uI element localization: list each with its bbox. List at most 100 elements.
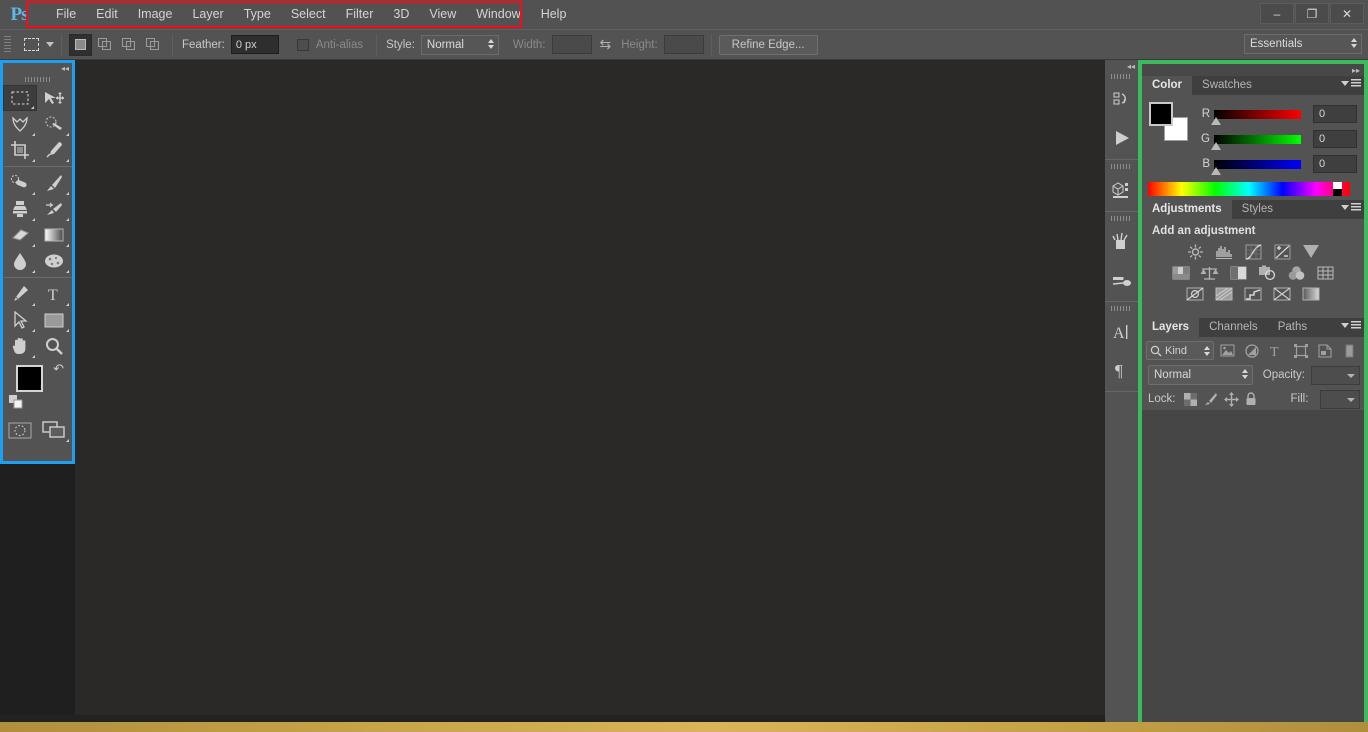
tab-adjustments[interactable]: Adjustments <box>1142 200 1232 219</box>
new-selection-button[interactable] <box>69 33 92 56</box>
tool-rectangle[interactable] <box>37 307 71 333</box>
tool-move[interactable] <box>37 85 71 111</box>
tab-layers[interactable]: Layers <box>1142 318 1200 337</box>
dock-grip[interactable] <box>1105 214 1138 223</box>
black-and-white-icon[interactable] <box>1229 264 1249 281</box>
quick-mask-mode-button[interactable] <box>3 417 37 443</box>
panels-expand-icon[interactable]: ▸▸ <box>1142 64 1364 76</box>
filter-smart-objects-icon[interactable] <box>1314 341 1335 361</box>
selective-color-icon[interactable] <box>1272 285 1292 302</box>
menu-type[interactable]: Type <box>234 0 281 29</box>
opacity-input[interactable] <box>1310 365 1360 385</box>
default-colors-icon[interactable] <box>9 395 23 414</box>
channel-mixer-icon[interactable] <box>1287 264 1307 281</box>
ramp-white-swatch[interactable] <box>1333 182 1342 189</box>
red-slider-thumb[interactable] <box>1211 116 1221 125</box>
tool-zoom[interactable] <box>37 333 71 359</box>
rectangular-marquee-icon[interactable] <box>18 33 44 57</box>
tool-horizontal-type[interactable]: T <box>37 281 71 307</box>
vibrance-icon[interactable] <box>1301 243 1321 260</box>
color-panel-foreground-swatch[interactable] <box>1149 102 1173 126</box>
layer-list[interactable] <box>1142 410 1364 685</box>
tab-styles[interactable]: Styles <box>1231 200 1283 219</box>
chevron-down-icon[interactable] <box>46 42 54 47</box>
history-panel-icon[interactable] <box>1105 81 1138 119</box>
toolbar-grip[interactable] <box>3 74 72 85</box>
style-select[interactable]: Normal <box>420 34 499 55</box>
filter-toggle-switch[interactable] <box>1339 341 1360 361</box>
tool-path-selection[interactable] <box>3 307 37 333</box>
subtract-from-selection-button[interactable] <box>117 34 140 56</box>
blend-mode-select[interactable]: Normal <box>1148 365 1253 385</box>
swap-colors-icon[interactable]: ↶ <box>53 361 64 377</box>
tool-quick-selection[interactable] <box>37 111 71 137</box>
tool-clone-stamp[interactable] <box>3 196 37 222</box>
invert-icon[interactable] <box>1185 285 1205 302</box>
tool-rectangular-marquee[interactable] <box>3 85 37 111</box>
tab-color[interactable]: Color <box>1142 76 1193 95</box>
options-bar-grip[interactable] <box>4 35 13 54</box>
actions-play-icon[interactable] <box>1105 119 1138 157</box>
menu-layer[interactable]: Layer <box>182 0 233 29</box>
menu-filter[interactable]: Filter <box>336 0 384 29</box>
blue-slider-track[interactable] <box>1211 159 1301 175</box>
tool-blur[interactable] <box>3 248 37 274</box>
menu-file[interactable]: File <box>46 0 86 29</box>
dock-collapse-icon[interactable]: ◂◂ <box>1105 60 1138 72</box>
tab-channels[interactable]: Channels <box>1199 318 1268 337</box>
width-input[interactable] <box>551 35 592 54</box>
tool-spot-healing-brush[interactable] <box>3 170 37 196</box>
screen-mode-button[interactable] <box>37 417 71 443</box>
tool-gradient[interactable] <box>37 222 71 248</box>
menu-3d[interactable]: 3D <box>383 0 419 29</box>
swap-width-height-icon[interactable]: ⇆ <box>600 36 612 53</box>
foreground-color-swatch[interactable] <box>16 365 43 392</box>
menu-view[interactable]: View <box>419 0 466 29</box>
close-button[interactable]: ✕ <box>1330 3 1364 24</box>
color-lookup-icon[interactable] <box>1316 264 1336 281</box>
photo-filter-icon[interactable] <box>1258 264 1278 281</box>
color-ramp[interactable] <box>1148 182 1350 196</box>
tool-lasso[interactable] <box>3 111 37 137</box>
dock-grip[interactable] <box>1105 162 1138 171</box>
menu-image[interactable]: Image <box>128 0 183 29</box>
brush-panel-icon[interactable] <box>1105 223 1138 261</box>
levels-icon[interactable] <box>1214 243 1234 260</box>
lock-transparent-pixels-icon[interactable] <box>1183 391 1197 407</box>
dock-grip[interactable] <box>1105 304 1138 313</box>
filter-type-layers-icon[interactable]: T <box>1266 341 1287 361</box>
tool-pen[interactable] <box>3 281 37 307</box>
3d-panel-icon[interactable] <box>1105 171 1138 209</box>
gradient-map-icon[interactable] <box>1301 285 1321 302</box>
green-slider-track[interactable] <box>1211 134 1301 150</box>
dock-grip[interactable] <box>1105 72 1138 81</box>
ramp-black-swatch[interactable] <box>1333 189 1342 196</box>
restore-button[interactable]: ❐ <box>1295 3 1329 24</box>
brush-presets-icon[interactable] <box>1105 261 1138 299</box>
threshold-icon[interactable] <box>1243 285 1263 302</box>
feather-input[interactable]: 0 px <box>230 35 279 54</box>
exposure-icon[interactable] <box>1272 243 1292 260</box>
chevron-down-icon[interactable] <box>1347 397 1355 402</box>
tool-crop[interactable] <box>3 137 37 163</box>
add-to-selection-button[interactable] <box>93 34 116 56</box>
tool-history-brush[interactable] <box>37 196 71 222</box>
refine-edge-button[interactable]: Refine Edge... <box>718 34 818 55</box>
red-slider-track[interactable] <box>1211 109 1301 125</box>
brightness-contrast-icon[interactable] <box>1185 243 1205 260</box>
intersect-selection-button[interactable] <box>141 34 164 56</box>
filter-shape-layers-icon[interactable] <box>1290 341 1311 361</box>
blue-value-input[interactable]: 0 <box>1313 155 1357 173</box>
tool-brush[interactable] <box>37 170 71 196</box>
menu-window[interactable]: Window <box>466 0 530 29</box>
workspace-select[interactable]: Essentials <box>1244 34 1362 54</box>
blue-slider-thumb[interactable] <box>1211 166 1221 175</box>
panel-menu-icon[interactable] <box>1341 79 1361 87</box>
tool-hand[interactable] <box>3 333 37 359</box>
menu-select[interactable]: Select <box>281 0 336 29</box>
paragraph-panel-icon[interactable]: ¶ <box>1105 351 1138 389</box>
tool-dodge[interactable] <box>37 248 71 274</box>
tab-swatches[interactable]: Swatches <box>1192 76 1262 95</box>
posterize-icon[interactable] <box>1214 285 1234 302</box>
hue-saturation-icon[interactable] <box>1171 264 1191 281</box>
